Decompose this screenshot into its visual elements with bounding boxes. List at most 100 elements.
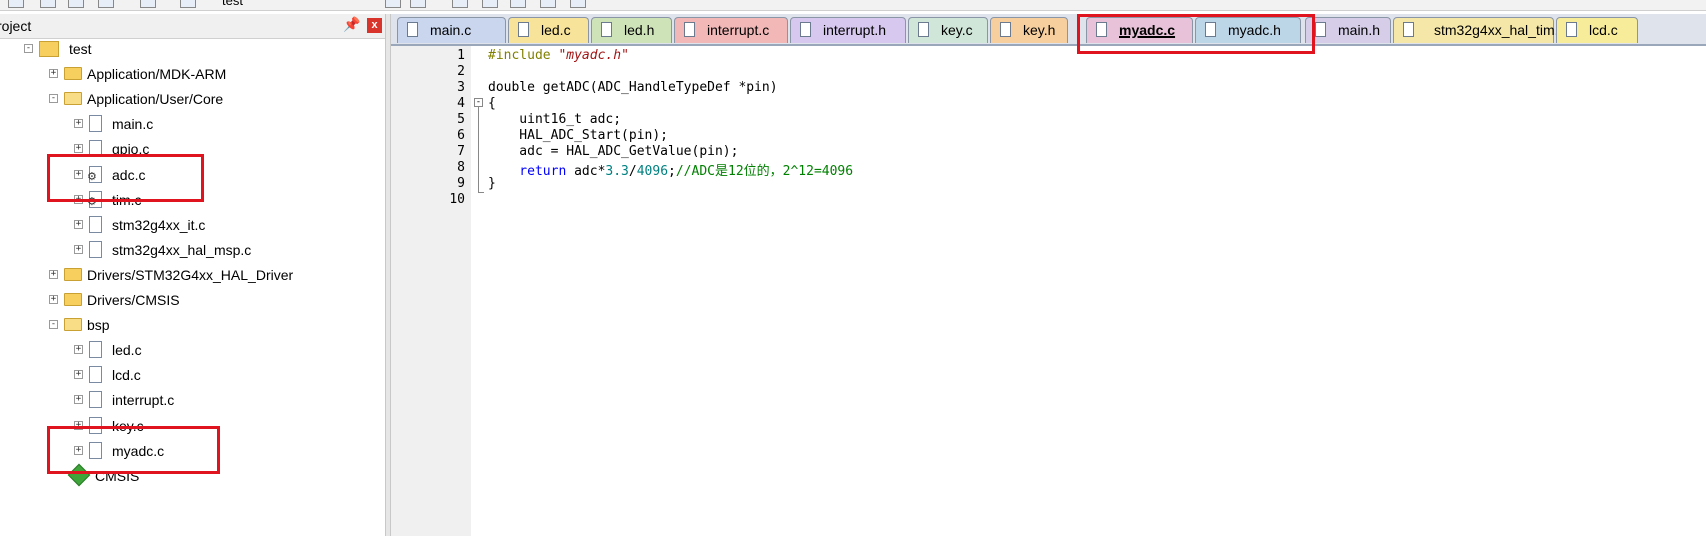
toolbar-button[interactable] xyxy=(410,0,426,8)
code-token: ; xyxy=(668,164,676,179)
tab-led-c[interactable]: led.c xyxy=(508,17,589,43)
tab-label: led.h xyxy=(624,22,655,38)
tab-label: key.h xyxy=(1023,22,1056,38)
tree-item[interactable]: + interrupt.c xyxy=(0,390,380,412)
code-line-4: { xyxy=(488,96,496,111)
line-number: 5 xyxy=(457,112,465,127)
file-icon xyxy=(1000,22,1011,37)
expand-icon[interactable]: + xyxy=(49,69,58,79)
code-editor[interactable]: 1 2 3 4 5 6 7 8 9 10 - #include "myadc.h" double … xyxy=(391,46,1706,536)
file-icon xyxy=(1315,22,1326,37)
number-literal: 4096 xyxy=(636,164,669,179)
file-icon xyxy=(89,215,102,233)
tab-label: main.h xyxy=(1338,22,1381,38)
tree-item-label: Drivers/CMSIS xyxy=(87,292,180,308)
toolbar-button[interactable] xyxy=(180,0,196,8)
tab-label: lcd.c xyxy=(1589,22,1618,38)
tab-label: main.c xyxy=(430,22,472,38)
code-line-3: double getADC(ADC_HandleTypeDef *pin) xyxy=(488,80,778,95)
expand-icon[interactable]: + xyxy=(74,244,83,254)
file-icon xyxy=(89,341,102,359)
collapse-icon[interactable]: - xyxy=(49,94,58,104)
tree-item[interactable]: + Drivers/CMSIS xyxy=(0,290,380,312)
expand-icon[interactable]: + xyxy=(74,119,83,129)
toolbar: test xyxy=(0,0,1706,11)
folder-icon xyxy=(64,293,82,306)
fold-line xyxy=(478,107,479,192)
tree-item-label: stm32g4xx_hal_msp.c xyxy=(112,241,252,258)
toolbar-button[interactable] xyxy=(140,0,156,8)
tree-item[interactable]: + Drivers/STM32G4xx_HAL_Driver xyxy=(0,265,380,287)
tree-item-label: Application/MDK-ARM xyxy=(87,66,227,83)
toolbar-button[interactable] xyxy=(40,0,56,8)
expand-icon[interactable]: + xyxy=(74,144,83,154)
close-icon[interactable]: x xyxy=(367,18,382,33)
line-number: 6 xyxy=(457,128,465,143)
tree-item-label: led.c xyxy=(112,342,142,359)
tree-item[interactable]: - Application/User/Core xyxy=(0,89,380,111)
tab-stm32g4xx-hal-tim-c[interactable]: stm32g4xx_hal_tim.c xyxy=(1393,17,1566,43)
file-icon xyxy=(1566,22,1577,37)
code-line-5: uint16_t adc; xyxy=(488,112,622,127)
collapse-icon[interactable]: - xyxy=(49,320,58,330)
tab-main-c[interactable]: main.c xyxy=(397,17,506,43)
tree-item-label: test xyxy=(69,41,92,57)
line-number: 7 xyxy=(457,144,465,159)
tab-main-h[interactable]: main.h xyxy=(1305,17,1391,43)
fold-toggle[interactable]: - xyxy=(474,98,483,107)
file-icon xyxy=(89,240,102,258)
tab-led-h[interactable]: led.h xyxy=(591,17,672,43)
tree-item[interactable]: + stm32g4xx_hal_msp.c xyxy=(0,240,380,262)
toolbar-button[interactable] xyxy=(540,0,556,8)
toolbar-dropdown[interactable] xyxy=(385,0,401,8)
line-number-gutter: 1 2 3 4 5 6 7 8 9 10 xyxy=(391,46,471,536)
tree-item-label: Application/User/Core xyxy=(87,91,224,108)
tree-item[interactable]: + lcd.c xyxy=(0,365,380,387)
tree-item-label: interrupt.c xyxy=(112,392,175,409)
file-icon xyxy=(601,22,612,37)
editor-tab-bar: main.c led.c led.h interrupt.c interrupt.h ke… xyxy=(391,14,1706,46)
fold-line-end xyxy=(478,192,484,193)
target-select[interactable]: test xyxy=(222,0,243,8)
tree-item-label: main.c xyxy=(112,116,154,133)
file-icon xyxy=(684,22,695,37)
toolbar-button[interactable] xyxy=(68,0,84,8)
tab-key-h[interactable]: key.h xyxy=(990,17,1068,43)
expand-icon[interactable]: + xyxy=(49,295,58,304)
line-number: 3 xyxy=(457,80,465,95)
tab-lcd-c[interactable]: lcd.c xyxy=(1556,17,1638,43)
tree-item[interactable]: + main.c xyxy=(0,114,380,136)
tree-item[interactable]: + led.c xyxy=(0,340,380,362)
toolbar-button[interactable] xyxy=(482,0,498,8)
tree-item[interactable]: + stm32g4xx_it.c xyxy=(0,215,380,237)
toolbar-button[interactable] xyxy=(452,0,468,8)
collapse-icon[interactable]: - xyxy=(24,44,33,53)
tree-item[interactable]: + Application/MDK-ARM xyxy=(0,64,380,86)
tab-interrupt-c[interactable]: interrupt.c xyxy=(674,17,788,43)
highlight-box xyxy=(47,426,220,474)
toolbar-button[interactable] xyxy=(570,0,586,8)
highlight-box xyxy=(47,154,204,202)
expand-icon[interactable]: + xyxy=(74,345,83,355)
expand-icon[interactable]: + xyxy=(74,395,83,405)
tab-label: key.c xyxy=(941,22,973,38)
toolbar-button[interactable] xyxy=(98,0,114,8)
toolbar-button[interactable] xyxy=(8,0,24,8)
pin-icon[interactable]: 📌 xyxy=(343,16,360,33)
tab-key-c[interactable]: key.c xyxy=(908,17,988,43)
file-icon xyxy=(89,115,102,133)
file-icon xyxy=(918,22,929,37)
string-literal: "myadc.h" xyxy=(558,48,629,63)
tab-interrupt-h[interactable]: interrupt.h xyxy=(790,17,906,43)
panel-header: roject 📌 x xyxy=(0,14,385,39)
expand-icon[interactable]: + xyxy=(49,269,58,279)
line-number: 10 xyxy=(449,192,465,207)
tree-item[interactable]: - bsp xyxy=(0,315,380,337)
toolbar-button[interactable] xyxy=(510,0,526,8)
expand-icon[interactable]: + xyxy=(74,370,83,380)
line-number: 9 xyxy=(457,176,465,191)
tree-item[interactable]: - test xyxy=(0,39,380,61)
code-token: adc* xyxy=(574,164,606,179)
expand-icon[interactable]: + xyxy=(74,219,83,229)
tab-label: interrupt.c xyxy=(707,22,770,38)
